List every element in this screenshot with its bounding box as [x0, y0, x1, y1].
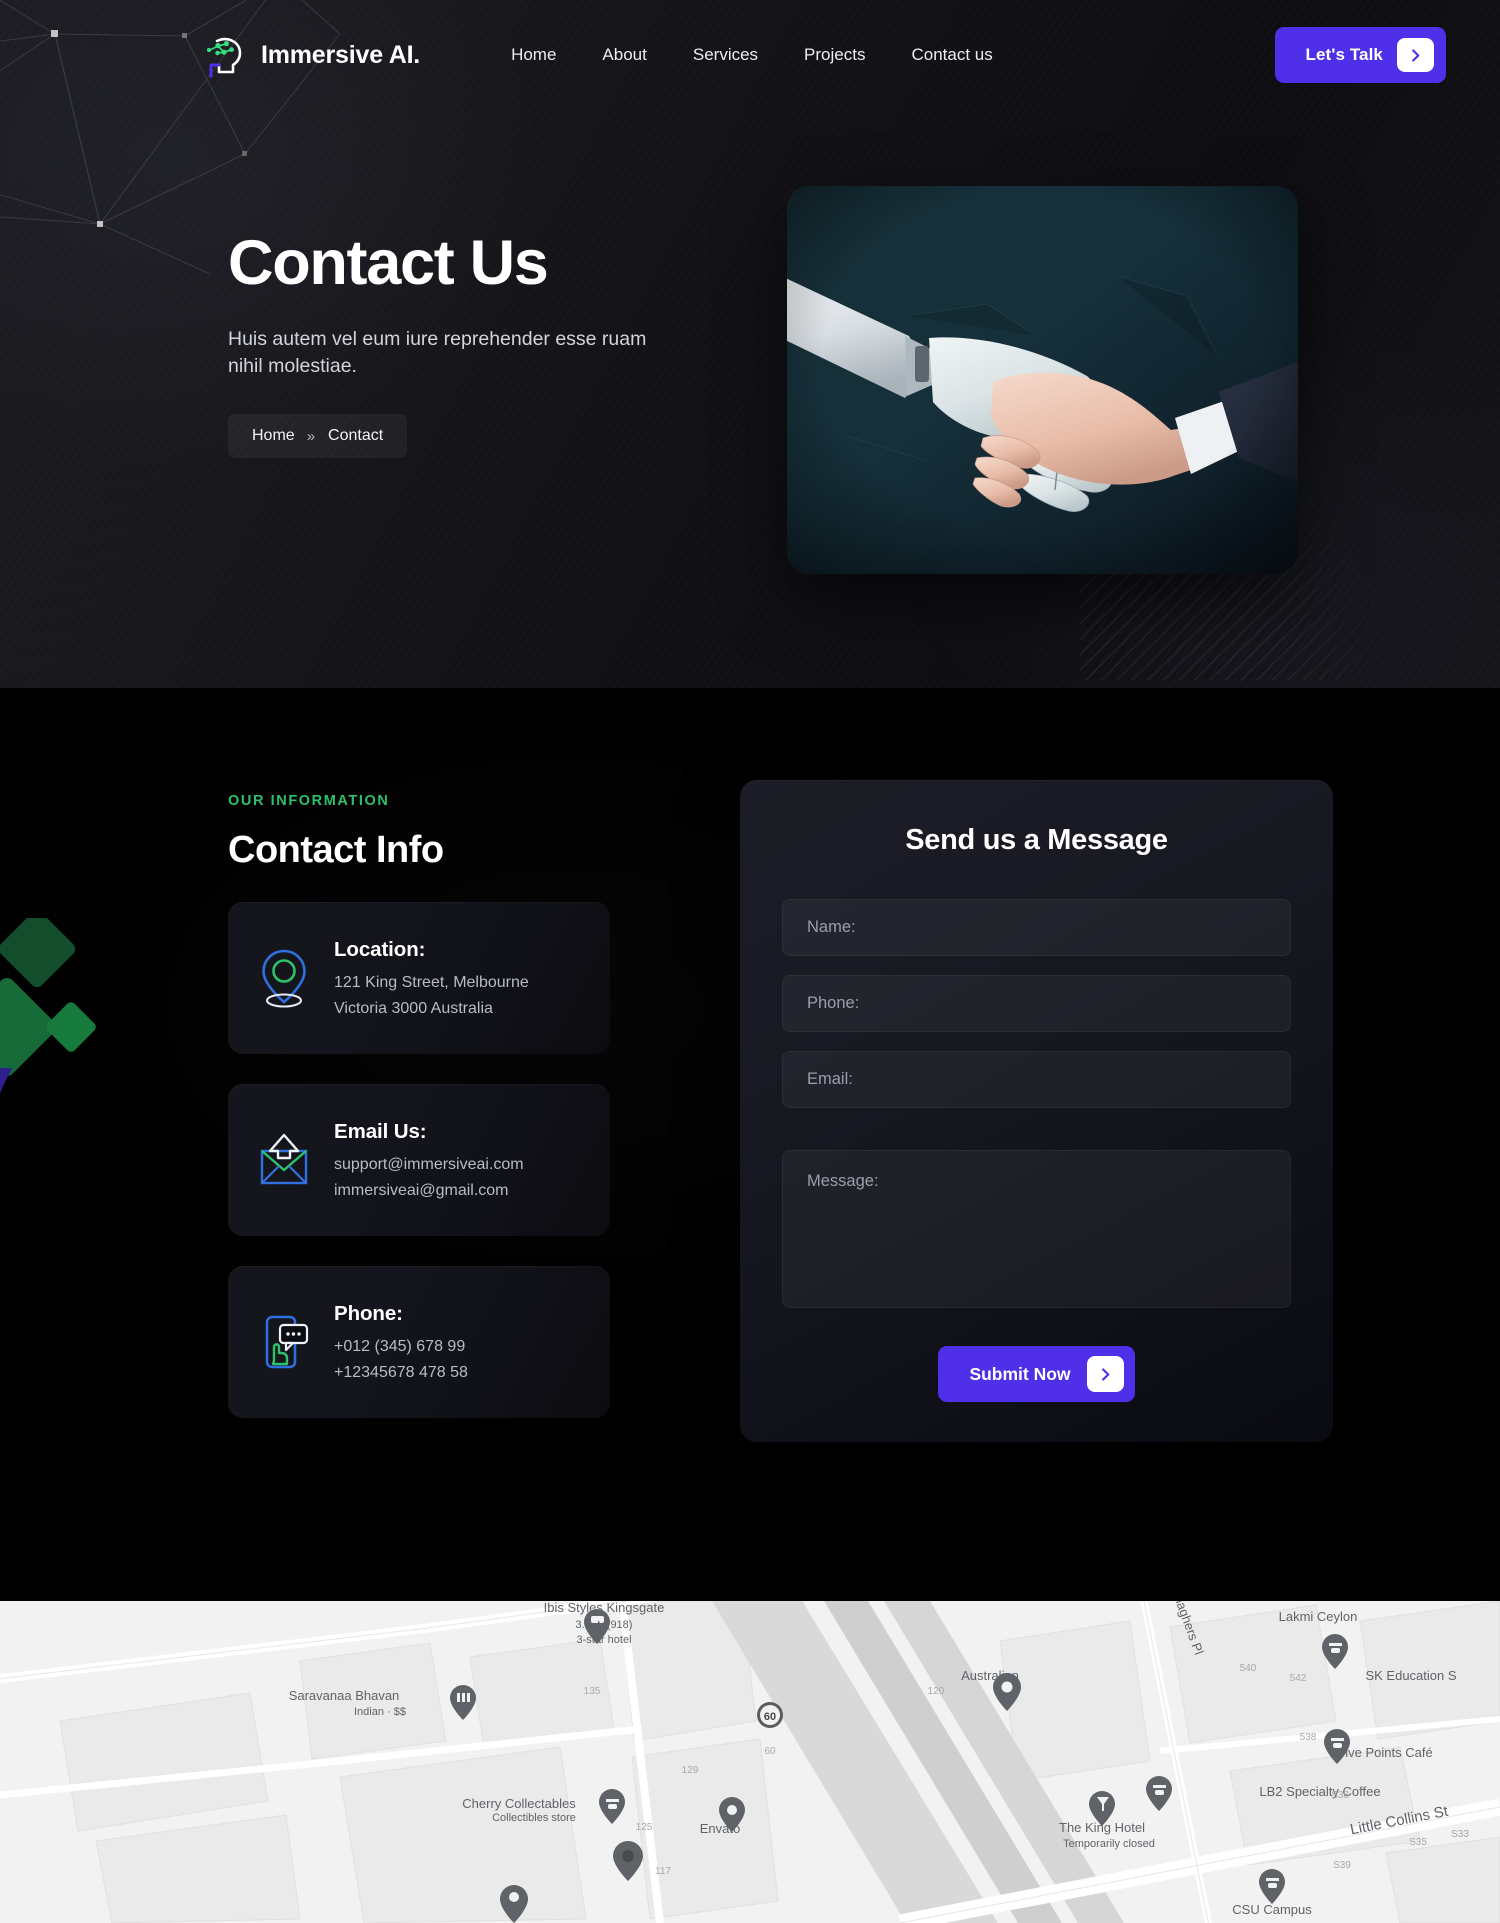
nav-item-about[interactable]: About: [602, 45, 646, 65]
map-number-label: S39: [1333, 1860, 1351, 1871]
map-poi-label: LB2 Specialty Coffee: [1259, 1784, 1380, 1799]
svg-text:60: 60: [764, 1711, 776, 1723]
nav-item-home[interactable]: Home: [511, 45, 556, 65]
submit-now-button[interactable]: Submit Now: [938, 1346, 1135, 1402]
info-card-title: Location:: [334, 937, 426, 961]
lets-talk-label: Let's Talk: [1305, 45, 1383, 64]
section-title: Contact Info: [228, 829, 444, 871]
message-textarea[interactable]: [782, 1150, 1291, 1308]
location-pin-icon: [262, 949, 306, 1008]
map-poi-label: Envato: [700, 1821, 740, 1836]
ai-head-node-icon: [202, 32, 248, 78]
info-card-email[interactable]: Email Us: support@immersiveai.com immers…: [228, 1084, 610, 1236]
map-poi-label: Temporarily closed: [1063, 1838, 1155, 1850]
chevron-right-icon: [1397, 38, 1434, 72]
map-number-label: 542: [1290, 1673, 1307, 1684]
contact-form-panel: Send us a Message Submit Now: [740, 780, 1333, 1442]
map-number-label: 135: [584, 1686, 601, 1697]
map-poi-label: Indian · $$: [354, 1706, 406, 1718]
contact-section: OUR INFORMATION Contact Info Location: 1…: [0, 688, 1500, 1601]
info-card-line: immersiveai@gmail.com: [334, 1181, 509, 1199]
info-card-title: Email Us:: [334, 1119, 427, 1143]
nav-item-services[interactable]: Services: [693, 45, 758, 65]
info-card-line: +012 (345) 678 99: [334, 1337, 466, 1355]
email-envelope-icon: [260, 1133, 308, 1185]
lets-talk-button[interactable]: Let's Talk: [1274, 27, 1446, 83]
info-card-line: 121 King Street, Melbourne: [334, 973, 529, 991]
map-poi-label: Cherry Collectables: [462, 1796, 576, 1811]
breadcrumb-current: Contact: [328, 427, 384, 445]
contact-page: Immersive AI. Home About Services Projec…: [0, 0, 1500, 1923]
map-poi-label: 3-star hotel: [576, 1634, 631, 1646]
map-poi-label: Ibis Styles Kingsgate: [544, 1601, 665, 1615]
brand-name: Immersive AI.: [261, 40, 421, 69]
map-canvas[interactable]: 60 Ibis Styles Kingsgate3.5 ★ (918)3-sta…: [0, 1601, 1500, 1923]
form-title: Send us a Message: [905, 824, 1168, 856]
map-number-label: S35: [1409, 1837, 1427, 1848]
info-card-phone[interactable]: Phone: +012 (345) 678 99 +12345678 478 5…: [228, 1266, 610, 1418]
contact-content: OUR INFORMATION Contact Info Location: 1…: [0, 688, 1500, 1442]
location-map[interactable]: 60 Ibis Styles Kingsgate 3.5 ★ (918) 3-s…: [0, 1601, 1500, 1923]
hero-text-block: Contact Us Huis autem vel eum iure repre…: [228, 179, 698, 459]
chevron-right-icon: [1086, 1356, 1124, 1392]
map-number-label: 125: [636, 1822, 653, 1833]
name-input[interactable]: [782, 899, 1291, 956]
map-number-label: 538: [1300, 1732, 1317, 1743]
map-number-label: 60: [764, 1746, 776, 1757]
hero-subtitle: Huis autem vel eum iure reprehender esse…: [228, 327, 647, 378]
breadcrumb-home-link[interactable]: Home: [252, 427, 295, 445]
map-number-label: 117: [655, 1866, 671, 1877]
map-number-label: 540: [1240, 1663, 1257, 1674]
breadcrumb: Home » Contact: [228, 414, 408, 459]
map-number-label: 120: [928, 1686, 945, 1697]
map-number-label: S33: [1451, 1829, 1469, 1840]
nav-links: Home About Services Projects Contact us: [511, 45, 993, 65]
top-navigation-bar: Immersive AI. Home About Services Projec…: [0, 0, 1500, 83]
info-card-line: Victoria 3000 Australia: [334, 999, 493, 1017]
phone-chat-icon: [265, 1315, 309, 1369]
section-eyebrow: OUR INFORMATION: [228, 793, 390, 809]
map-poi-label: Lakmi Ceylon: [1279, 1609, 1358, 1624]
map-poi-label: Saravanaa Bhavan: [289, 1688, 400, 1703]
info-card-title: Phone:: [334, 1301, 403, 1325]
info-card-location[interactable]: Location: 121 King Street, Melbourne Vic…: [228, 902, 610, 1054]
map-poi-label: SK Education S: [1365, 1668, 1456, 1683]
brand-logo[interactable]: Immersive AI.: [202, 32, 420, 78]
breadcrumb-separator-icon: »: [306, 427, 315, 445]
map-number-label: 129: [682, 1765, 699, 1776]
page-title: Contact Us: [228, 228, 549, 298]
nav-item-contact-us[interactable]: Contact us: [911, 45, 992, 65]
info-card-line: +12345678 478 58: [334, 1363, 468, 1381]
map-poi-label: Five Points Café: [1337, 1745, 1432, 1760]
map-poi-label: Collectibles store: [492, 1812, 576, 1824]
phone-input[interactable]: [782, 975, 1291, 1032]
submit-label: Submit Now: [969, 1363, 1071, 1384]
map-poi-label: 3.5 ★ (918): [576, 1619, 633, 1631]
map-poi-label: CSU Campus: [1232, 1902, 1312, 1917]
hero-section: Immersive AI. Home About Services Projec…: [0, 0, 1500, 688]
email-input[interactable]: [782, 1051, 1291, 1108]
submit-row: Submit Now: [782, 1346, 1291, 1402]
hero-content: Contact Us Huis autem vel eum iure repre…: [0, 83, 1500, 459]
contact-info-column: OUR INFORMATION Contact Info Location: 1…: [228, 688, 620, 1442]
info-card-line: support@immersiveai.com: [334, 1155, 524, 1173]
map-poi-label: Australian: [961, 1668, 1019, 1683]
map-number-label: S38: [1331, 1790, 1349, 1801]
nav-item-projects[interactable]: Projects: [804, 45, 865, 65]
map-poi-label: The King Hotel: [1059, 1820, 1145, 1835]
